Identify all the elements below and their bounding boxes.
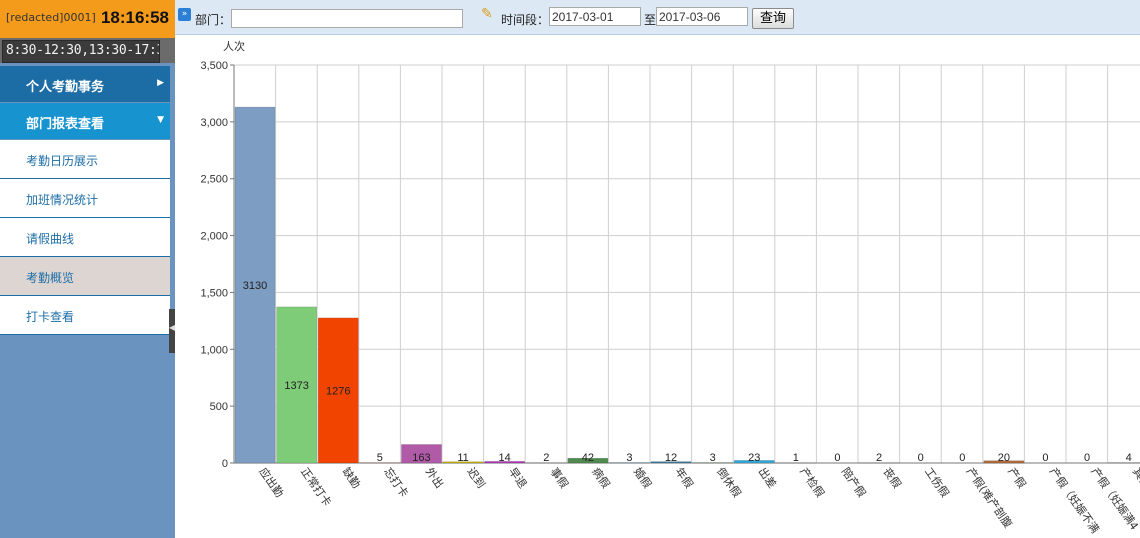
data-label: 1 <box>793 452 799 464</box>
y-tick-label: 1,500 <box>200 287 228 299</box>
y-tick-label: 3,500 <box>200 60 228 72</box>
category-label: 事假 <box>548 465 572 491</box>
sidebar: [redacted]0001] 18:16:58 8:30-12:30,13:3… <box>0 0 175 538</box>
data-label: 42 <box>582 452 594 464</box>
data-label: 12 <box>665 452 677 464</box>
category-label: 外出 <box>423 465 447 491</box>
category-label: 产检假 <box>797 465 827 500</box>
data-label: 1276 <box>326 385 350 397</box>
user-name: [redacted]0001] <box>6 11 96 24</box>
data-label: 11 <box>457 452 468 464</box>
y-tick-label: 3,000 <box>200 117 228 129</box>
data-label: 0 <box>1042 452 1048 464</box>
double-chevron-right-icon[interactable]: » <box>178 8 191 21</box>
menu-item-overtime[interactable]: 加班情况统计 <box>0 179 170 218</box>
data-label: 3 <box>626 452 632 464</box>
category-label: 缺勤 <box>340 465 364 491</box>
data-label: 0 <box>834 452 840 464</box>
data-label: 3130 <box>243 280 267 292</box>
category-label: 忘打卡 <box>381 465 411 500</box>
to-label: 至 <box>644 13 657 27</box>
user-info-bar: [redacted]0001] 18:16:58 <box>0 0 175 38</box>
period-label: 时间段： <box>501 13 550 27</box>
y-tick-label: 2,000 <box>200 231 228 243</box>
category-label: 婚假 <box>631 465 655 491</box>
category-label: 产假 <box>1005 465 1029 491</box>
chevron-down-icon: ▼ <box>157 115 164 125</box>
menu-item-leave-curve[interactable]: 请假曲线 <box>0 218 170 257</box>
menu-item-label: 考勤概览 <box>26 271 75 285</box>
department-label: 部门： <box>195 13 232 27</box>
magic-wand-icon: ✎ <box>481 6 493 22</box>
data-label: 23 <box>748 452 760 464</box>
category-label: 出差 <box>756 465 780 491</box>
work-hours-text: 8:30-12:30,13:30-17:30 <box>6 43 160 58</box>
category-label: 年假 <box>672 465 696 491</box>
current-time: 18:16:58 <box>100 8 169 27</box>
menu-item-label: 请假曲线 <box>26 232 75 246</box>
category-label: 早退 <box>506 465 529 490</box>
department-input[interactable] <box>231 9 463 28</box>
menu-personal-attendance[interactable]: 个人考勤事务 ▶ <box>0 66 170 102</box>
y-axis-label: 人次 <box>223 39 245 53</box>
category-label: 迟到 <box>464 465 487 490</box>
data-label: 0 <box>959 452 965 464</box>
work-hours-bar: 8:30-12:30,13:30-17:30 <box>0 38 175 63</box>
data-label: 2 <box>876 452 882 464</box>
data-label: 163 <box>412 452 430 464</box>
menu-item-overview[interactable]: 考勤概览 <box>0 257 170 296</box>
data-label: 0 <box>918 452 924 464</box>
category-label: 倒休假 <box>714 465 744 500</box>
data-label: 3 <box>710 452 716 464</box>
category-label: 正常打卡 <box>298 465 335 509</box>
category-label: 病假 <box>589 465 613 491</box>
attendance-bar-chart: 人次05001,0001,5002,0002,5003,0003,5003130… <box>200 39 1140 536</box>
y-tick-label: 0 <box>222 458 228 470</box>
data-label: 4 <box>1126 452 1132 464</box>
menu-item-punch-view[interactable]: 打卡查看 <box>0 296 170 335</box>
category-label: 丧假 <box>880 465 904 491</box>
y-tick-label: 2,500 <box>200 174 228 186</box>
data-label: 14 <box>499 452 511 464</box>
data-label: 20 <box>998 452 1010 464</box>
chevron-right-icon: ▶ <box>157 78 164 88</box>
menu-item-label: 加班情况统计 <box>26 193 99 207</box>
data-label: 1373 <box>284 380 308 392</box>
menu-department-reports[interactable]: 部门报表查看 ▼ <box>0 103 170 139</box>
menu-item-label: 考勤日历展示 <box>26 154 99 168</box>
date-to-input[interactable] <box>656 7 748 26</box>
category-label: 工伤假 <box>922 465 952 500</box>
category-label: 陪产假 <box>839 465 869 500</box>
y-tick-label: 1,000 <box>200 344 228 356</box>
menu-item-label: 打卡查看 <box>26 310 75 324</box>
work-hours-box: 8:30-12:30,13:30-17:30 <box>2 40 160 63</box>
data-label: 2 <box>543 452 549 464</box>
menu-department-label: 部门报表查看 <box>26 117 105 132</box>
category-label: 其他 <box>1130 465 1140 490</box>
data-label: 0 <box>1084 452 1090 464</box>
menu-personal-label: 个人考勤事务 <box>26 80 105 95</box>
data-label: 5 <box>377 452 383 464</box>
menu-item-calendar[interactable]: 考勤日历展示 <box>0 140 170 179</box>
date-from-input[interactable] <box>549 7 641 26</box>
query-button[interactable]: 查询 <box>752 8 794 29</box>
category-label: 应出勤 <box>256 465 286 500</box>
y-tick-label: 500 <box>210 401 228 413</box>
